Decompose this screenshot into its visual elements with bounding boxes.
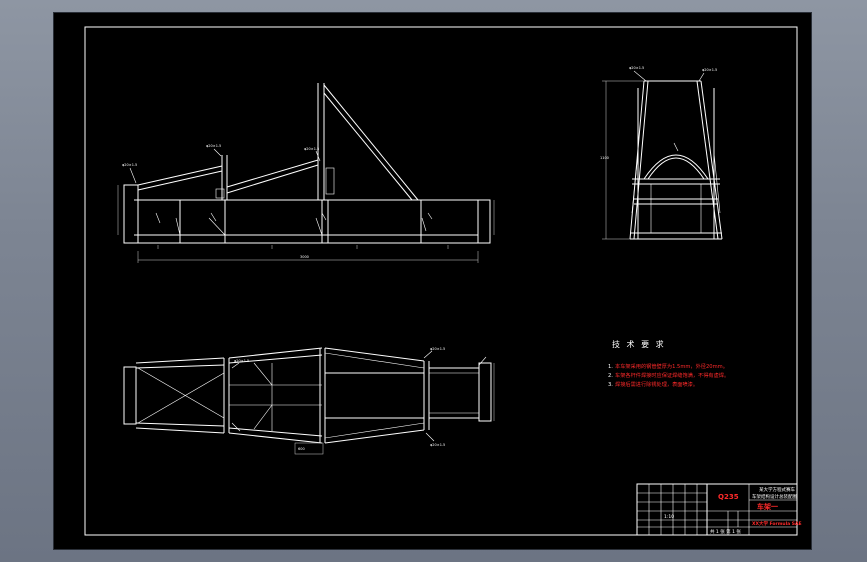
front-leader-2: φ20×1.5 xyxy=(702,68,717,72)
front-leader-1: φ20×1.5 xyxy=(629,66,644,70)
req-text-3: 焊接后需进行除锈处理，表面喷漆。 xyxy=(615,380,698,388)
req-num-1: 1. xyxy=(608,364,613,370)
req-num-2: 2. xyxy=(608,373,613,379)
tb-drawing-name: 车架一 xyxy=(757,502,778,511)
req-num-3: 3. xyxy=(608,382,613,388)
top-width-dim: 600 xyxy=(298,447,305,451)
technical-requirements: 技 术 要 求 1. 本车架采用的钢管壁厚为1.5mm，外径20mm。 2. 车… xyxy=(608,339,729,388)
side-view: φ20×1.5 φ20×1.5 φ20×1.5 3000 xyxy=(117,83,495,263)
title-block: Q235 某大学方程式赛车 车架结构设计总装配图 车架一 1:10 共 1 张 … xyxy=(636,483,802,536)
cad-drawing: φ20×1.5 φ20×1.5 φ20×1.5 3000 φ20×1.5 φ20… xyxy=(84,26,802,536)
side-leader-1: φ20×1.5 xyxy=(122,163,137,167)
tb-sheet: 共 1 张 第 1 张 xyxy=(710,528,741,535)
tb-title-1: 某大学方程式赛车 xyxy=(759,486,795,493)
top-leader-1: φ20×1.5 xyxy=(234,359,249,363)
drawing-sheet: φ20×1.5 φ20×1.5 φ20×1.5 3000 φ20×1.5 φ20… xyxy=(54,13,811,549)
tb-school: XX大学 Formula SAE xyxy=(752,520,802,527)
tb-material: Q235 xyxy=(718,493,739,501)
req-text-1: 本车架采用的钢管壁厚为1.5mm，外径20mm。 xyxy=(615,362,728,370)
side-leader-2: φ20×1.5 xyxy=(206,144,221,148)
tb-scale: 1:10 xyxy=(664,514,674,520)
top-view: φ20×1.5 φ20×1.5 φ20×1.5 600 xyxy=(123,347,495,455)
req-text-2: 车架各杆件焊接时应保证焊缝饱满，不得有虚焊。 xyxy=(615,371,729,379)
tb-title-2: 车架结构设计总装配图 xyxy=(752,493,797,500)
front-view: φ20×1.5 φ20×1.5 1100 xyxy=(600,66,723,240)
side-leader-3: φ20×1.5 xyxy=(304,147,319,151)
drawing-border xyxy=(84,26,798,536)
top-leader-2: φ20×1.5 xyxy=(430,347,445,351)
top-leader-3: φ20×1.5 xyxy=(430,443,445,447)
front-height-dim: 1100 xyxy=(600,156,609,160)
requirements-title: 技 术 要 求 xyxy=(612,339,666,349)
side-overall-dim: 3000 xyxy=(300,255,309,259)
